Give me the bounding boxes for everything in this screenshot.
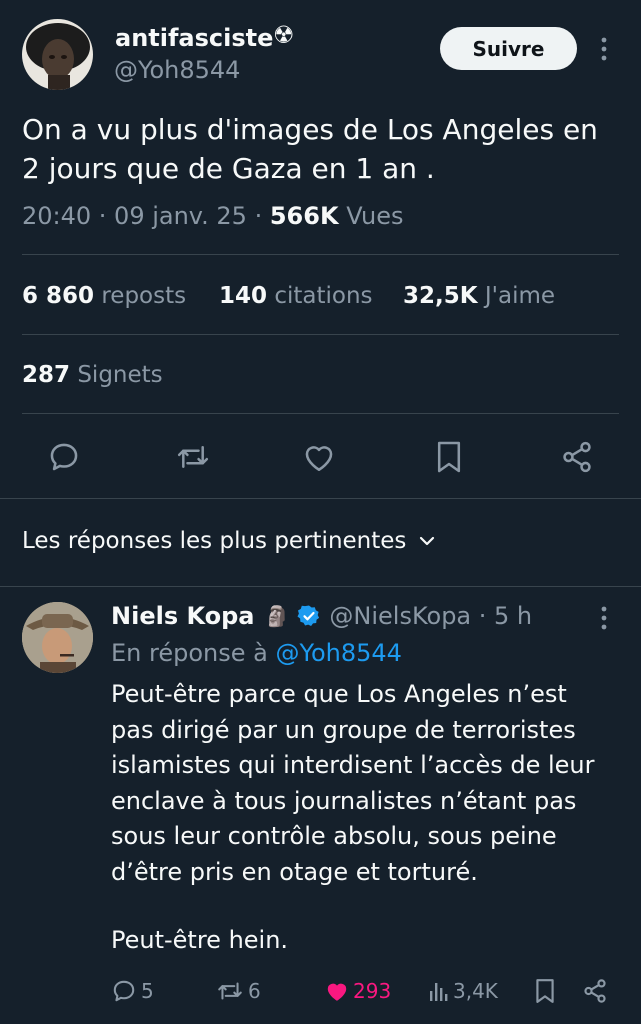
reply-author-avatar[interactable] (22, 602, 93, 673)
replies-sort-label: Les réponses les plus pertinentes (22, 528, 407, 554)
follow-button[interactable]: Suivre (440, 27, 577, 70)
reply-action-reposts[interactable]: 6 (216, 978, 261, 1004)
repost-count: 6 (248, 979, 261, 1003)
bookmarks-stat[interactable]: 287 Signets (22, 362, 163, 388)
reply-text-line: sous leur contrôle absolu, sous peine (111, 822, 557, 851)
in-reply-handle-link[interactable]: @Yoh8544 (275, 639, 401, 667)
reply-action-likes[interactable]: 293 (324, 978, 391, 1004)
author-badge: ☢ (273, 21, 295, 49)
author-name[interactable]: antifasciste (115, 24, 273, 52)
reply-text-line: islamistes qui interdisent l’accès de le… (111, 751, 595, 780)
share-icon[interactable] (560, 440, 594, 474)
views-chart-icon (428, 978, 450, 1004)
reply-text-line: d’être pris en otage et torturé. (111, 857, 478, 886)
author-avatar[interactable] (22, 19, 93, 90)
tweet-text-line-1: On a vu plus d'images de Los Angeles en (22, 113, 598, 146)
heart-filled-icon (324, 978, 350, 1004)
reply-text-last-line: Peut-être hein. (111, 926, 289, 954)
quotes-stat[interactable]: 140 citations (219, 283, 373, 309)
views-count: 566K (269, 202, 339, 230)
bookmarks-label: Signets (77, 362, 163, 388)
reply-action-replies[interactable]: 5 (111, 978, 154, 1004)
reposts-count: 6 860 (22, 283, 95, 309)
divider (0, 498, 641, 499)
likes-label: J'aime (484, 283, 556, 309)
views-count: 3,4K (453, 979, 498, 1003)
reply-icon[interactable] (47, 440, 81, 474)
more-options-icon[interactable] (598, 36, 610, 62)
in-reply-prefix: En réponse à (111, 639, 268, 667)
in-reply-to: En réponse à @Yoh8544 (111, 639, 402, 667)
reply-handle-time[interactable]: @NielsKopa · 5 h (329, 602, 532, 630)
reposts-label: reposts (101, 283, 187, 309)
reply-text-line: Peut-être parce que Los Angeles n’est (111, 680, 567, 708)
reply-text-line: pas dirigé par un groupe de terroristes (111, 715, 576, 744)
reply-author-name[interactable]: Niels Kopa (111, 602, 255, 630)
replies-sort-dropdown[interactable]: Les réponses les plus pertinentes (22, 528, 436, 554)
verified-badge-icon (297, 604, 321, 628)
like-count: 293 (353, 979, 392, 1003)
reply-header: Niels Kopa 🗿 @NielsKopa · 5 h (111, 602, 532, 630)
likes-count: 32,5K (403, 283, 478, 309)
bookmark-icon[interactable] (435, 440, 463, 474)
reply-count: 5 (141, 979, 154, 1003)
tweet-meta-row: 20:40 · 09 janv. 25 · 566K Vues (22, 202, 403, 230)
repost-icon (216, 978, 244, 1004)
divider (22, 254, 619, 255)
views-label: Vues (346, 202, 404, 230)
reply-text: Peut-être parce que Los Angeles n’est pa… (111, 677, 595, 891)
moai-emoji: 🗿 (264, 604, 290, 628)
quotes-count: 140 (219, 283, 268, 309)
reply-icon (111, 978, 137, 1004)
repost-icon[interactable] (175, 440, 211, 474)
divider (22, 334, 619, 335)
reply-text-line: enclave à tous journalistes n’étant pas (111, 786, 577, 815)
reply-action-views[interactable]: 3,4K (428, 978, 498, 1004)
tweet-timestamp[interactable]: 20:40 · 09 janv. 25 · (22, 202, 262, 230)
reply-bookmark-icon[interactable] (534, 978, 556, 1004)
reply-more-options-icon[interactable] (598, 605, 610, 631)
chevron-down-icon (418, 535, 436, 547)
bookmarks-count: 287 (22, 362, 71, 388)
divider (22, 413, 619, 414)
like-icon[interactable] (302, 441, 336, 473)
follow-button-label: Suivre (472, 36, 545, 61)
quotes-label: citations (274, 283, 373, 309)
likes-stat[interactable]: 32,5K J'aime (403, 283, 555, 309)
reposts-stat[interactable]: 6 860 reposts (22, 283, 186, 309)
divider (0, 586, 641, 587)
tweet-text-line-2: 2 jours que de Gaza en 1 an . (22, 152, 435, 185)
reply-share-icon[interactable] (582, 978, 608, 1004)
author-handle[interactable]: @Yoh8544 (114, 56, 240, 84)
